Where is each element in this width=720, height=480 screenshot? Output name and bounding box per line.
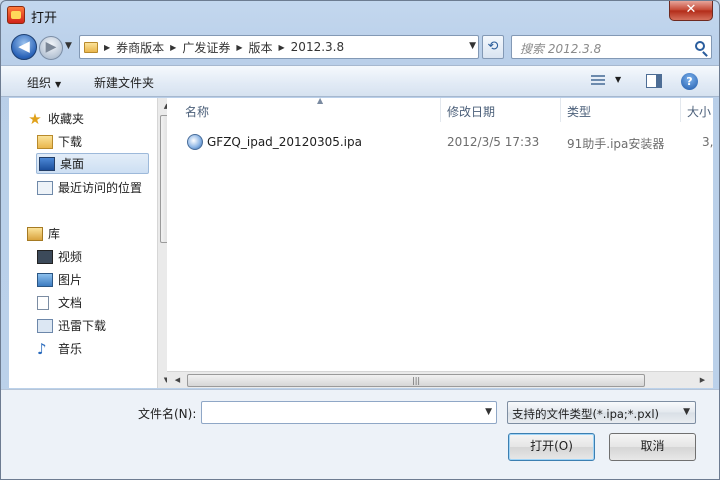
file-size: 3, <box>702 135 714 149</box>
sidebar-item-downloads[interactable]: 下载 <box>37 131 177 152</box>
scroll-right-arrow-icon[interactable]: ▶ <box>694 372 711 389</box>
sidebar-item-videos[interactable]: 视频 <box>37 246 177 267</box>
column-header-modified[interactable]: 修改日期 <box>441 98 561 122</box>
pictures-icon <box>37 272 53 287</box>
sidebar-item-documents[interactable]: 文档 <box>37 292 177 313</box>
navigation-pane: ★ 收藏夹 下载 桌面 最近访问的位置 库 视频 图片 文档 迅雷下载 ♪ 音乐 <box>9 98 174 388</box>
sidebar-item-pictures[interactable]: 图片 <box>37 269 177 290</box>
recent-places-icon <box>37 180 53 195</box>
scrollbar-grip-icon: ||| <box>412 376 421 385</box>
forward-button[interactable]: ▶ <box>39 36 63 60</box>
chevron-down-icon: ▼ <box>683 407 690 417</box>
breadcrumb-item[interactable]: 券商版本 <box>116 39 164 56</box>
sidebar-item-recent-places[interactable]: 最近访问的位置 <box>37 177 177 198</box>
column-header-size[interactable]: 大小 <box>681 98 713 122</box>
open-file-dialog: 打开 ✕ ◀ ▶ ▼ ▶ 券商版本 ▶ 广发证券 ▶ 版本 ▶ 2012.3.8… <box>0 0 720 480</box>
refresh-button[interactable]: ⟲ <box>482 35 504 59</box>
file-type-select-value: 支持的文件类型(*.ipa;*.pxl) <box>512 407 660 421</box>
search-icon[interactable] <box>695 41 705 51</box>
breadcrumb-separator[interactable]: ▶ <box>236 43 242 52</box>
sidebar-item-favorites[interactable]: ★ 收藏夹 <box>27 108 167 129</box>
organize-menu-button[interactable]: 组织 ▼ <box>27 74 61 91</box>
search-placeholder: 搜索 2012.3.8 <box>520 42 602 56</box>
sidebar-item-label: 迅雷下载 <box>58 319 107 333</box>
video-icon <box>37 249 53 264</box>
dialog-footer: 文件名(N): ▼ 支持的文件类型(*.ipa;*.pxl) ▼ 打开(O) 取… <box>1 389 719 479</box>
file-list-horizontal-scrollbar[interactable]: ◀ ||| ▶ <box>167 371 713 388</box>
address-bar[interactable]: ▶ 券商版本 ▶ 广发证券 ▶ 版本 ▶ 2012.3.8 ▼ <box>79 35 479 59</box>
navigation-bar: ◀ ▶ ▼ ▶ 券商版本 ▶ 广发证券 ▶ 版本 ▶ 2012.3.8 ▼ ⟲ … <box>1 31 719 63</box>
sidebar-item-desktop[interactable]: 桌面 <box>36 153 149 174</box>
cancel-button[interactable]: 取消 <box>609 433 696 461</box>
sidebar-item-xunlei-downloads[interactable]: 迅雷下载 <box>37 315 177 336</box>
organize-label: 组织 <box>27 76 52 90</box>
ipa-file-icon <box>187 134 203 150</box>
view-options-chevron-icon[interactable]: ▼ <box>615 75 621 84</box>
address-dropdown-icon[interactable]: ▼ <box>469 41 476 51</box>
filename-label: 文件名(N): <box>138 407 197 421</box>
preview-pane-icon[interactable] <box>646 74 662 88</box>
breadcrumb-separator[interactable]: ▶ <box>170 43 176 52</box>
chevron-down-icon: ▼ <box>55 80 62 89</box>
column-header-label: 名称 <box>185 105 210 119</box>
sidebar-item-label: 音乐 <box>58 342 83 356</box>
change-view-icon[interactable] <box>591 75 605 87</box>
title-bar[interactable]: 打开 ✕ <box>1 1 719 29</box>
file-list: 名称 ▲ 修改日期 类型 大小 GFZQ_ipad_20120305.ipa 2… <box>167 96 713 388</box>
filename-input[interactable]: ▼ <box>201 401 497 424</box>
scrollbar-thumb[interactable]: ||| <box>187 374 645 387</box>
filename-dropdown-icon[interactable]: ▼ <box>485 407 492 417</box>
sidebar-item-libraries[interactable]: 库 <box>27 223 167 244</box>
scroll-left-arrow-icon[interactable]: ◀ <box>169 372 186 389</box>
app-icon <box>7 6 25 24</box>
sidebar-item-label: 视频 <box>58 250 83 264</box>
sidebar-item-label: 库 <box>48 227 61 241</box>
music-icon: ♪ <box>37 339 47 358</box>
xunlei-download-icon <box>37 318 53 333</box>
sidebar-item-label: 收藏夹 <box>48 112 85 126</box>
breadcrumb-separator[interactable]: ▶ <box>279 43 285 52</box>
sidebar-item-label: 桌面 <box>60 157 85 171</box>
download-folder-icon <box>37 134 53 149</box>
breadcrumb-separator[interactable]: ▶ <box>104 43 110 52</box>
column-header-name[interactable]: 名称 ▲ <box>179 96 441 122</box>
file-type: 91助手.ipa安装器 <box>567 137 665 151</box>
sidebar-item-label: 最近访问的位置 <box>58 181 143 195</box>
file-type-select[interactable]: 支持的文件类型(*.ipa;*.pxl) ▼ <box>507 401 696 424</box>
breadcrumb-item[interactable]: 2012.3.8 <box>291 40 344 54</box>
column-header-type[interactable]: 类型 <box>561 98 681 122</box>
desktop-icon <box>39 156 55 171</box>
breadcrumb-item[interactable]: 广发证券 <box>182 39 230 56</box>
folder-icon <box>84 41 98 53</box>
star-icon: ★ <box>28 109 42 128</box>
search-input[interactable]: 搜索 2012.3.8 <box>511 35 712 59</box>
command-toolbar: 组织 ▼ 新建文件夹 ▼ ? <box>1 65 719 97</box>
file-row[interactable]: GFZQ_ipad_20120305.ipa 2012/3/5 17:33 91… <box>167 132 713 152</box>
open-button[interactable]: 打开(O) <box>508 433 595 461</box>
file-name[interactable]: GFZQ_ipad_20120305.ipa <box>207 135 362 149</box>
new-folder-button[interactable]: 新建文件夹 <box>94 74 154 91</box>
sidebar-item-label: 图片 <box>58 273 83 287</box>
recent-locations-dropdown[interactable]: ▼ <box>65 41 72 51</box>
file-modified-date: 2012/3/5 17:33 <box>447 135 540 149</box>
back-button[interactable]: ◀ <box>11 34 37 60</box>
window-title: 打开 <box>31 11 58 26</box>
help-icon[interactable]: ? <box>681 73 698 90</box>
sidebar-item-music[interactable]: ♪ 音乐 <box>37 338 177 359</box>
sort-ascending-icon: ▲ <box>317 96 324 105</box>
documents-icon <box>37 295 49 310</box>
sidebar-item-label: 文档 <box>58 296 83 310</box>
close-button[interactable]: ✕ <box>669 1 713 21</box>
sidebar-item-label: 下载 <box>58 135 83 149</box>
breadcrumb-item[interactable]: 版本 <box>249 39 273 56</box>
libraries-icon <box>27 226 43 241</box>
